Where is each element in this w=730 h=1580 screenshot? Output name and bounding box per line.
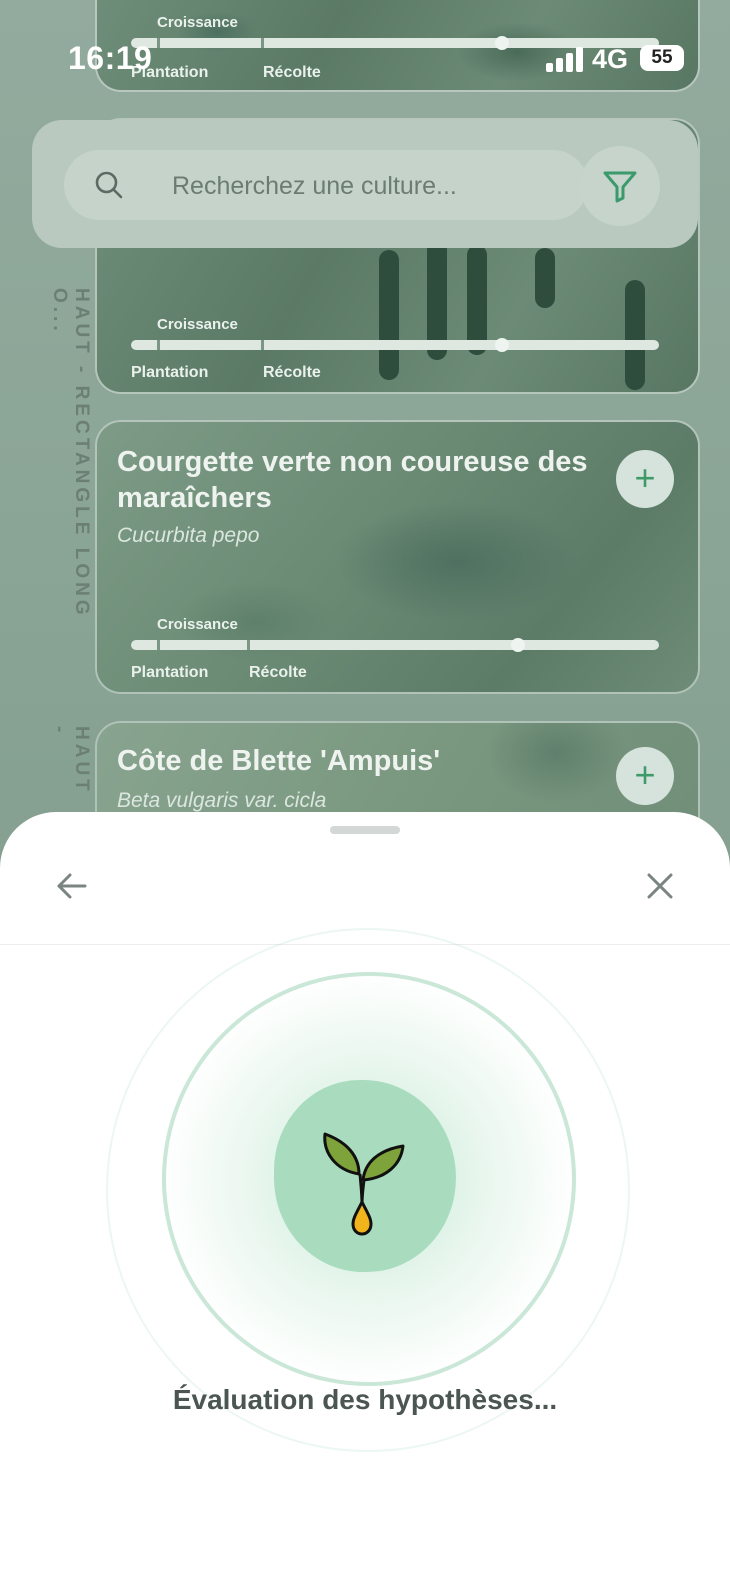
filter-button[interactable] [580,146,660,226]
add-crop-button[interactable]: + [616,450,674,508]
crop-latin-name: Cucurbita pepo [117,524,260,547]
progress-end-label: Récolte [263,364,321,381]
search-icon [95,171,123,199]
add-crop-button[interactable]: + [616,747,674,805]
section-label-vertical: HAUT - [49,726,92,795]
progress-marker [495,338,509,352]
progress-growth-label: Croissance [157,14,238,31]
progress-start-label: Plantation [131,664,209,681]
filter-icon [603,171,637,203]
search-placeholder: Recherchez une culture... [172,172,457,200]
close-icon[interactable] [644,870,676,902]
crop-title: Côte de Blette 'Ampuis' [117,745,441,777]
section-label-vertical: HAUT - RECTANGLE LONG O... [49,288,92,619]
progress-track [131,640,659,650]
sheet-grabber[interactable] [330,826,400,834]
search-bar: Recherchez une culture... [32,120,698,248]
crop-latin-name: Beta vulgaris var. cicla [117,789,327,812]
progress-growth-label: Croissance [157,316,238,333]
signal-icon [546,46,584,72]
battery-icon: 55 [640,45,684,71]
crop-title: Courgette verte non coureuse des maraîch… [117,446,588,514]
sprout-icon [323,1132,405,1236]
progress-track [131,340,659,350]
status-bar: 16:19 4G 55 [0,36,730,82]
back-arrow-icon[interactable] [54,868,90,904]
search-input[interactable]: Recherchez une culture... [64,150,588,220]
crop-card[interactable]: Courgette verte non coureuse des maraîch… [95,420,700,694]
progress-start-label: Plantation [131,364,209,381]
progress-growth-label: Croissance [157,616,238,633]
analysis-bottom-sheet: Évaluation des hypothèses... [0,812,730,1580]
progress-marker [511,638,525,652]
network-type: 4G [592,44,629,74]
status-time: 16:19 [68,40,153,76]
loading-status-text: Évaluation des hypothèses... [172,1384,558,1415]
progress-end-label: Récolte [249,664,307,681]
